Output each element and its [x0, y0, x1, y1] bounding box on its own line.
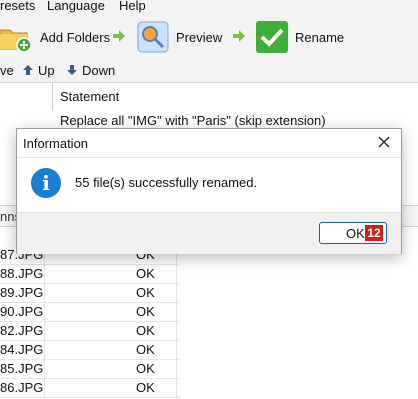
file-name: 85.JPG [0, 361, 44, 376]
table-row[interactable]: 89.JPG OK [0, 283, 180, 303]
divider [44, 321, 45, 340]
table-row[interactable]: 82.JPG OK [0, 321, 180, 341]
file-status: OK [136, 285, 155, 300]
add-folders-label: Add Folders [40, 29, 111, 45]
file-status: OK [136, 342, 155, 357]
divider [44, 378, 45, 397]
add-folders-icon [0, 29, 32, 53]
info-icon: i [31, 168, 61, 198]
dialog-footer: OK 12 [17, 212, 401, 254]
file-name: 82.JPG [0, 323, 44, 338]
menu-help[interactable]: Help [119, 0, 146, 13]
divider [176, 378, 177, 397]
dialog-body: i 55 file(s) successfully renamed. [17, 158, 401, 212]
menu-presets[interactable]: resets [0, 0, 35, 13]
arrow-up-icon [23, 65, 33, 75]
table-row[interactable]: 86.JPG OK [0, 378, 180, 398]
file-name: 88.JPG [0, 266, 44, 281]
arrow-right-icon [233, 30, 245, 42]
file-status: OK [136, 266, 155, 281]
preview-icon [137, 21, 169, 53]
file-name: 86.JPG [0, 380, 44, 395]
dialog-title-bar: Information [17, 129, 401, 158]
divider [176, 359, 177, 378]
ok-label: OK [346, 226, 365, 241]
file-status: OK [136, 380, 155, 395]
divider [176, 302, 177, 321]
divider [52, 83, 53, 111]
menu-bar: resets Language Help [0, 0, 418, 16]
file-status: OK [136, 304, 155, 319]
arrow-right-icon [113, 30, 125, 42]
divider [176, 283, 177, 302]
dialog-title: Information [23, 136, 89, 151]
divider [44, 283, 45, 302]
file-name: 84.JPG [0, 342, 44, 357]
rename-button[interactable]: Rename [255, 16, 344, 58]
file-name: 90.JPG [0, 304, 44, 319]
menu-language[interactable]: Language [47, 0, 105, 13]
dialog-message: 55 file(s) successfully renamed. [75, 175, 258, 190]
step-badge: 12 [365, 225, 383, 241]
remove-button[interactable]: ve [0, 63, 14, 78]
move-up-button[interactable]: Up [38, 63, 55, 78]
file-status: OK [136, 361, 155, 376]
statement-row[interactable]: Replace all "IMG" with "Paris" (skip ext… [60, 113, 326, 128]
ok-button[interactable]: OK 12 [319, 222, 387, 244]
arrow-down-icon [67, 65, 77, 75]
file-status: OK [136, 323, 155, 338]
table-row[interactable]: 84.JPG OK [0, 340, 180, 360]
divider [44, 264, 45, 283]
divider [176, 264, 177, 283]
divider [176, 340, 177, 359]
divider [176, 321, 177, 340]
file-name: 89.JPG [0, 285, 44, 300]
rename-check-icon [256, 21, 288, 53]
divider [44, 340, 45, 359]
divider [44, 302, 45, 321]
table-row[interactable]: 88.JPG OK [0, 264, 180, 284]
information-dialog: Information i 55 file(s) successfully re… [16, 128, 402, 254]
move-down-button[interactable]: Down [82, 63, 115, 78]
statement-toolbar: ve Up Down [0, 58, 418, 83]
table-row[interactable]: 85.JPG OK [0, 359, 180, 379]
statement-column-header: Statement [60, 89, 120, 104]
preview-button[interactable]: Preview [136, 16, 222, 58]
rename-label: Rename [295, 29, 345, 45]
add-folders-button[interactable]: Add Folders [0, 16, 110, 58]
close-icon[interactable] [375, 133, 393, 151]
main-toolbar: Add Folders Preview Rename [0, 16, 418, 59]
divider [44, 359, 45, 378]
table-row[interactable]: 90.JPG OK [0, 302, 180, 322]
preview-label: Preview [176, 29, 223, 45]
